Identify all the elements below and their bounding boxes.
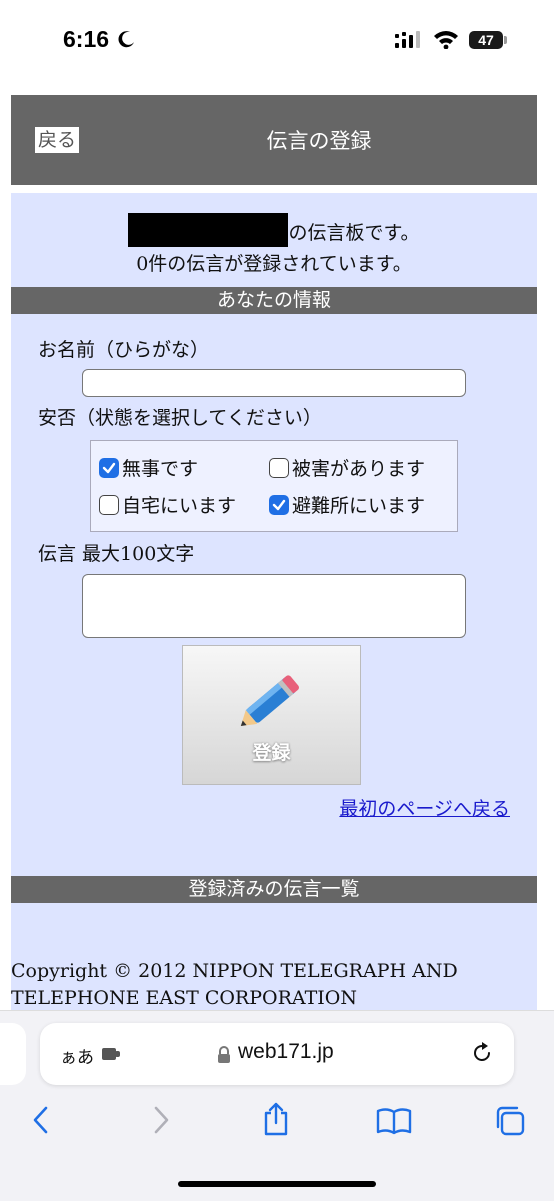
return-to-first-page-link[interactable]: 最初のページへ戻る — [339, 794, 510, 821]
wifi-icon — [434, 31, 458, 49]
option-label: 自宅にいます — [122, 495, 237, 517]
cellular-signal-icon — [395, 31, 420, 48]
tabs-icon[interactable] — [494, 1105, 526, 1137]
moon-icon — [118, 31, 134, 48]
main-content: の伝言板です。 0件の伝言が登録されています。 あなたの情報 お名前（ひらがな）… — [11, 193, 537, 1013]
checkbox-checked-icon[interactable] — [99, 457, 119, 478]
board-intro-line: の伝言板です。 — [11, 213, 537, 247]
copyright: Copyright © 2012 NIPPON TELEGRAPH AND TE… — [11, 958, 537, 1012]
section-your-info: あなたの情報 — [11, 287, 537, 314]
url-text[interactable]: web171.jp — [238, 1040, 334, 1064]
register-label: 登録 — [252, 742, 291, 764]
message-count: 0件の伝言が登録されています。 — [136, 253, 412, 275]
checkbox-unchecked-icon[interactable] — [269, 457, 289, 478]
redacted-phone-number — [128, 213, 289, 247]
checkbox-unchecked-icon[interactable] — [99, 494, 119, 515]
copyright-line-2: TELEPHONE EAST CORPORATION — [11, 987, 357, 1009]
text-size-button[interactable]: ぁあ — [60, 1043, 94, 1068]
option-at-shelter[interactable]: 避難所にいます — [269, 491, 425, 518]
bookmarks-icon[interactable] — [376, 1107, 412, 1135]
board-intro-text: の伝言板です。 — [288, 222, 420, 244]
status-label: 安否（状態を選択してください） — [38, 407, 322, 429]
pencil-icon — [240, 675, 300, 726]
battery-nub — [504, 36, 507, 44]
copyright-line-1: Copyright © 2012 NIPPON TELEGRAPH AND — [11, 960, 458, 982]
option-label: 避難所にいます — [292, 495, 426, 517]
lock-icon — [218, 1046, 230, 1063]
forward-chevron-icon[interactable] — [150, 1105, 172, 1135]
share-icon[interactable] — [260, 1101, 292, 1137]
battery-indicator: 47 — [469, 31, 503, 49]
status-options: 無事です 被害があります 自宅にいます 避難所にいます — [90, 440, 458, 532]
previous-tab-preview[interactable] — [0, 1023, 26, 1085]
back-chevron-icon[interactable] — [30, 1105, 52, 1135]
reload-icon[interactable] — [470, 1041, 494, 1065]
option-label: 無事です — [122, 458, 199, 480]
page-title: 伝言の登録 — [266, 129, 372, 153]
home-indicator — [178, 1181, 376, 1187]
checkbox-checked-icon[interactable] — [269, 494, 289, 515]
section-registered-list: 登録済みの伝言一覧 — [11, 876, 537, 903]
status-bar: 6:16 47 — [0, 0, 554, 90]
message-label: 伝言 最大100文字 — [38, 543, 195, 565]
register-button[interactable]: 登録 — [182, 645, 361, 785]
status-time: 6:16 — [63, 26, 110, 52]
message-textarea[interactable] — [82, 574, 466, 638]
name-input[interactable] — [82, 369, 466, 397]
address-bar[interactable]: ぁあ web171.jp — [40, 1023, 514, 1085]
option-at-home[interactable]: 自宅にいます — [99, 491, 236, 518]
option-damaged[interactable]: 被害があります — [269, 454, 425, 481]
extension-icon[interactable] — [102, 1046, 122, 1062]
page-header: 戻る 伝言の登録 — [11, 95, 537, 185]
name-label: お名前（ひらがな） — [38, 339, 210, 361]
option-label: 被害があります — [292, 458, 426, 480]
option-safe[interactable]: 無事です — [99, 454, 198, 481]
browser-toolbar: ぁあ web171.jp — [0, 1010, 554, 1201]
